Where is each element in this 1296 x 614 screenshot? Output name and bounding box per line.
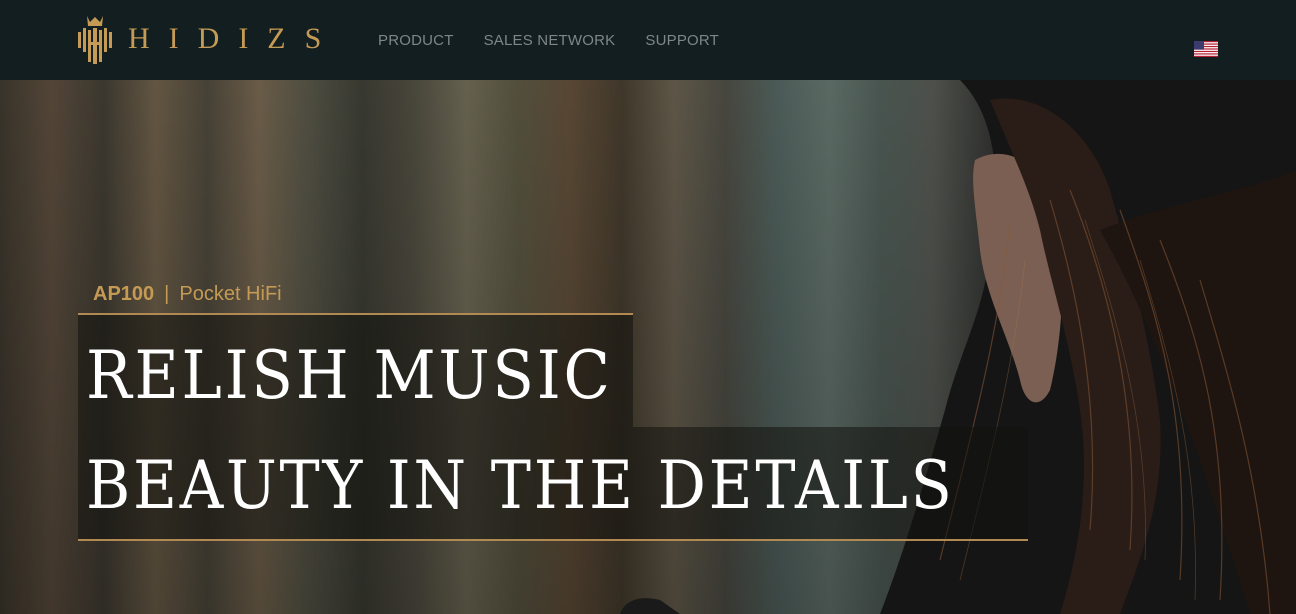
headline-divider	[78, 539, 1028, 541]
hero-headline-secondary: BEAUTY IN THE DETAILS	[86, 447, 955, 524]
product-tagline: AP100 | Pocket HiFi	[93, 283, 282, 306]
brand-logo[interactable]: HIDIZS	[78, 14, 340, 64]
nav-item-sales-network[interactable]: SALES NETWORK	[484, 32, 616, 49]
nav-item-product[interactable]: PRODUCT	[378, 32, 454, 49]
nav-item-support[interactable]: SUPPORT	[645, 32, 719, 49]
product-category: Pocket HiFi	[179, 283, 282, 305]
hero-banner: AP100 | Pocket HiFi RELISH MUSIC BEAUTY IN…	[0, 80, 1296, 614]
product-model[interactable]: AP100	[93, 283, 154, 305]
us-flag-icon[interactable]	[1194, 41, 1218, 57]
site-header: HIDIZS PRODUCT SALES NETWORK SUPPORT	[0, 0, 1296, 80]
tagline-separator: |	[164, 283, 170, 305]
hero-headline-primary: RELISH MUSIC	[86, 337, 613, 414]
main-nav: PRODUCT SALES NETWORK SUPPORT	[378, 0, 749, 80]
crown-equalizer-icon	[78, 16, 112, 64]
brand-name: HIDIZS	[128, 22, 341, 55]
